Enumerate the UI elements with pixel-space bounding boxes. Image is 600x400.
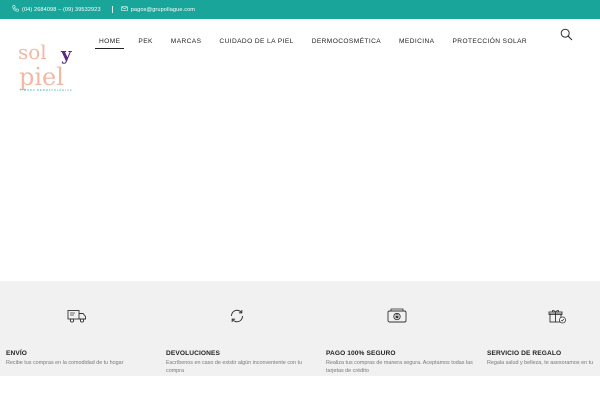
logo-word-sol: sol xyxy=(18,40,47,64)
feature-title: PAGO 100% SEGURO xyxy=(326,350,396,357)
search-icon xyxy=(560,28,573,45)
features-band: ENVÍO Recibe tus compras en la comodidad… xyxy=(0,281,600,376)
feature-title: SERVICIO DE REGALO xyxy=(487,350,562,357)
topbar-divider xyxy=(111,6,113,13)
feature-title: DEVOLUCIONES xyxy=(166,350,220,357)
logo-word-y: y xyxy=(60,44,72,65)
contact-phone[interactable]: (04) 2684098 – (09) 39532923 xyxy=(12,5,101,14)
main-navigation: HOME PEK MARCAS CUIDADO DE LA PIEL DERMO… xyxy=(95,37,541,49)
phone-icon xyxy=(12,5,19,14)
nav-item-home[interactable]: HOME xyxy=(95,37,125,49)
secure-payment-icon xyxy=(387,308,407,324)
nav-item-cuidado-de-la-piel[interactable]: CUIDADO DE LA PIEL xyxy=(215,37,297,49)
truck-icon xyxy=(67,308,87,324)
logo-tagline: TIENDA DERMATOLÓGICA xyxy=(20,89,73,92)
email-address: pagos@grupollague.com xyxy=(130,6,196,13)
phone-numbers: (04) 2684098 – (09) 39532923 xyxy=(22,6,101,13)
top-contact-bar: (04) 2684098 – (09) 39532923 pagos@grupo… xyxy=(0,0,600,19)
envelope-icon xyxy=(121,5,128,14)
contact-email[interactable]: pagos@grupollague.com xyxy=(121,5,195,14)
feature-description: Escríbenos en caso de existir algún inco… xyxy=(166,360,303,374)
logo-word-piel: piel xyxy=(19,63,64,91)
search-button[interactable] xyxy=(560,28,573,41)
feature-description: Realiza tus compras de manera segura. Ac… xyxy=(326,360,473,374)
nav-item-pek[interactable]: PEK xyxy=(134,37,156,49)
nav-item-medicina[interactable]: MEDICINA xyxy=(395,37,438,49)
feature-description: Recibe tus compras en la comodidad de tu… xyxy=(6,360,124,366)
logo-mark: sol y piel xyxy=(18,40,72,91)
gift-icon xyxy=(547,308,567,324)
feature-description: Regala salud y belleza, te asesoramos en… xyxy=(487,360,594,366)
site-logo[interactable]: sol y piel TIENDA DERMATOLÓGICA xyxy=(18,37,80,95)
refresh-icon xyxy=(227,308,247,324)
nav-item-proteccion-solar[interactable]: PROTECCIÓN SOLAR xyxy=(448,37,531,49)
nav-item-dermocosmetica[interactable]: DERMOCOSMÉTICA xyxy=(308,37,385,49)
feature-title: ENVÍO xyxy=(6,350,28,357)
nav-item-marcas[interactable]: MARCAS xyxy=(167,37,206,49)
